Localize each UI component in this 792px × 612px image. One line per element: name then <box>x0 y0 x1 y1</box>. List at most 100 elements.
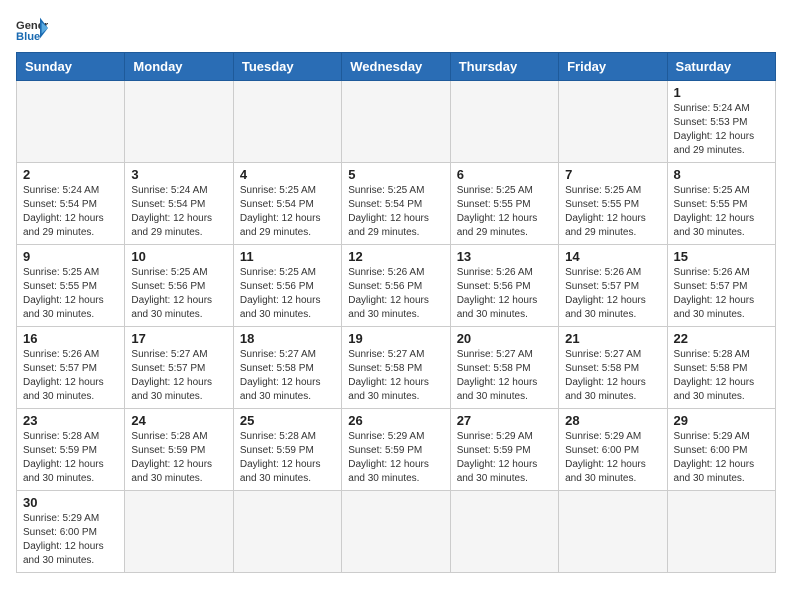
day-number: 16 <box>23 331 118 346</box>
calendar-cell: 7 Sunrise: 5:25 AM Sunset: 5:55 PM Daylig… <box>559 163 667 245</box>
day-number: 8 <box>674 167 769 182</box>
calendar-cell <box>17 81 125 163</box>
calendar-table: SundayMondayTuesdayWednesdayThursdayFrid… <box>16 52 776 573</box>
day-info: Sunrise: 5:25 AM Sunset: 5:54 PM Dayligh… <box>348 184 443 240</box>
calendar-cell: 23 Sunrise: 5:28 AM Sunset: 5:59 PM Dayli… <box>17 409 125 491</box>
day-info: Sunrise: 5:25 AM Sunset: 5:55 PM Dayligh… <box>23 266 118 322</box>
day-number: 5 <box>348 167 443 182</box>
day-info: Sunrise: 5:27 AM Sunset: 5:58 PM Dayligh… <box>565 348 660 404</box>
calendar-cell <box>450 81 558 163</box>
day-number: 21 <box>565 331 660 346</box>
calendar-cell: 6 Sunrise: 5:25 AM Sunset: 5:55 PM Daylig… <box>450 163 558 245</box>
calendar-header-tuesday: Tuesday <box>233 53 341 81</box>
day-number: 28 <box>565 413 660 428</box>
day-info: Sunrise: 5:26 AM Sunset: 5:57 PM Dayligh… <box>23 348 118 404</box>
calendar-header-wednesday: Wednesday <box>342 53 450 81</box>
calendar-cell: 27 Sunrise: 5:29 AM Sunset: 5:59 PM Dayli… <box>450 409 558 491</box>
calendar-cell <box>342 81 450 163</box>
calendar-cell: 4Sunrise: 5:25 AM Sunset: 5:54 PM Daylig… <box>233 163 341 245</box>
calendar-week-3: 9Sunrise: 5:25 AM Sunset: 5:55 PM Daylig… <box>17 245 776 327</box>
day-info: Sunrise: 5:24 AM Sunset: 5:54 PM Dayligh… <box>23 184 118 240</box>
day-info: Sunrise: 5:29 AM Sunset: 6:00 PM Dayligh… <box>674 430 769 486</box>
day-number: 1 <box>674 85 769 100</box>
day-number: 13 <box>457 249 552 264</box>
day-info: Sunrise: 5:24 AM Sunset: 5:53 PM Dayligh… <box>674 102 769 158</box>
calendar-cell <box>559 81 667 163</box>
day-number: 11 <box>240 249 335 264</box>
day-info: Sunrise: 5:29 AM Sunset: 6:00 PM Dayligh… <box>565 430 660 486</box>
day-info: Sunrise: 5:29 AM Sunset: 6:00 PM Dayligh… <box>23 512 118 568</box>
day-info: Sunrise: 5:28 AM Sunset: 5:59 PM Dayligh… <box>23 430 118 486</box>
day-info: Sunrise: 5:25 AM Sunset: 5:54 PM Dayligh… <box>240 184 335 240</box>
day-number: 17 <box>131 331 226 346</box>
calendar-header-row: SundayMondayTuesdayWednesdayThursdayFrid… <box>17 53 776 81</box>
calendar-header-sunday: Sunday <box>17 53 125 81</box>
day-info: Sunrise: 5:24 AM Sunset: 5:54 PM Dayligh… <box>131 184 226 240</box>
day-number: 15 <box>674 249 769 264</box>
calendar-header-friday: Friday <box>559 53 667 81</box>
calendar-week-1: 1 Sunrise: 5:24 AM Sunset: 5:53 PM Daylig… <box>17 81 776 163</box>
day-info: Sunrise: 5:27 AM Sunset: 5:58 PM Dayligh… <box>348 348 443 404</box>
day-info: Sunrise: 5:28 AM Sunset: 5:59 PM Dayligh… <box>240 430 335 486</box>
calendar-header-thursday: Thursday <box>450 53 558 81</box>
day-info: Sunrise: 5:26 AM Sunset: 5:57 PM Dayligh… <box>674 266 769 322</box>
calendar-cell <box>667 491 775 573</box>
calendar-cell: 20 Sunrise: 5:27 AM Sunset: 5:58 PM Dayli… <box>450 327 558 409</box>
day-number: 7 <box>565 167 660 182</box>
calendar-cell <box>233 81 341 163</box>
calendar-cell <box>125 81 233 163</box>
day-info: Sunrise: 5:26 AM Sunset: 5:56 PM Dayligh… <box>348 266 443 322</box>
calendar-cell: 1 Sunrise: 5:24 AM Sunset: 5:53 PM Daylig… <box>667 81 775 163</box>
calendar-cell <box>342 491 450 573</box>
calendar-cell: 29 Sunrise: 5:29 AM Sunset: 6:00 PM Dayli… <box>667 409 775 491</box>
day-info: Sunrise: 5:29 AM Sunset: 5:59 PM Dayligh… <box>457 430 552 486</box>
calendar-cell <box>233 491 341 573</box>
calendar-cell: 25 Sunrise: 5:28 AM Sunset: 5:59 PM Dayli… <box>233 409 341 491</box>
calendar-header-saturday: Saturday <box>667 53 775 81</box>
calendar-cell: 24 Sunrise: 5:28 AM Sunset: 5:59 PM Dayli… <box>125 409 233 491</box>
day-info: Sunrise: 5:25 AM Sunset: 5:55 PM Dayligh… <box>457 184 552 240</box>
day-info: Sunrise: 5:27 AM Sunset: 5:57 PM Dayligh… <box>131 348 226 404</box>
logo: General Blue <box>16 16 48 44</box>
calendar-cell: 26 Sunrise: 5:29 AM Sunset: 5:59 PM Dayli… <box>342 409 450 491</box>
day-number: 12 <box>348 249 443 264</box>
day-number: 26 <box>348 413 443 428</box>
day-number: 20 <box>457 331 552 346</box>
day-number: 23 <box>23 413 118 428</box>
day-info: Sunrise: 5:25 AM Sunset: 5:55 PM Dayligh… <box>565 184 660 240</box>
calendar-week-6: 30 Sunrise: 5:29 AM Sunset: 6:00 PM Dayli… <box>17 491 776 573</box>
svg-text:Blue: Blue <box>16 31 40 43</box>
day-number: 24 <box>131 413 226 428</box>
day-info: Sunrise: 5:27 AM Sunset: 5:58 PM Dayligh… <box>240 348 335 404</box>
calendar-cell: 22 Sunrise: 5:28 AM Sunset: 5:58 PM Dayli… <box>667 327 775 409</box>
calendar-cell: 28 Sunrise: 5:29 AM Sunset: 6:00 PM Dayli… <box>559 409 667 491</box>
day-info: Sunrise: 5:27 AM Sunset: 5:58 PM Dayligh… <box>457 348 552 404</box>
day-number: 29 <box>674 413 769 428</box>
day-number: 6 <box>457 167 552 182</box>
calendar-cell: 5 Sunrise: 5:25 AM Sunset: 5:54 PM Daylig… <box>342 163 450 245</box>
day-number: 25 <box>240 413 335 428</box>
day-number: 27 <box>457 413 552 428</box>
day-info: Sunrise: 5:28 AM Sunset: 5:58 PM Dayligh… <box>674 348 769 404</box>
calendar-cell <box>125 491 233 573</box>
day-info: Sunrise: 5:29 AM Sunset: 5:59 PM Dayligh… <box>348 430 443 486</box>
day-info: Sunrise: 5:26 AM Sunset: 5:56 PM Dayligh… <box>457 266 552 322</box>
calendar-cell: 18 Sunrise: 5:27 AM Sunset: 5:58 PM Dayli… <box>233 327 341 409</box>
calendar-cell: 30 Sunrise: 5:29 AM Sunset: 6:00 PM Dayli… <box>17 491 125 573</box>
calendar-cell: 2 Sunrise: 5:24 AM Sunset: 5:54 PM Daylig… <box>17 163 125 245</box>
calendar-week-4: 16 Sunrise: 5:26 AM Sunset: 5:57 PM Dayli… <box>17 327 776 409</box>
calendar-cell: 15 Sunrise: 5:26 AM Sunset: 5:57 PM Dayli… <box>667 245 775 327</box>
day-number: 30 <box>23 495 118 510</box>
day-info: Sunrise: 5:28 AM Sunset: 5:59 PM Dayligh… <box>131 430 226 486</box>
day-info: Sunrise: 5:25 AM Sunset: 5:56 PM Dayligh… <box>131 266 226 322</box>
calendar-cell: 3Sunrise: 5:24 AM Sunset: 5:54 PM Daylig… <box>125 163 233 245</box>
day-number: 22 <box>674 331 769 346</box>
calendar-cell: 21 Sunrise: 5:27 AM Sunset: 5:58 PM Dayli… <box>559 327 667 409</box>
calendar-cell <box>450 491 558 573</box>
day-number: 18 <box>240 331 335 346</box>
day-number: 19 <box>348 331 443 346</box>
calendar-cell: 12 Sunrise: 5:26 AM Sunset: 5:56 PM Dayli… <box>342 245 450 327</box>
day-number: 2 <box>23 167 118 182</box>
calendar-cell: 17 Sunrise: 5:27 AM Sunset: 5:57 PM Dayli… <box>125 327 233 409</box>
calendar-cell: 9Sunrise: 5:25 AM Sunset: 5:55 PM Daylig… <box>17 245 125 327</box>
